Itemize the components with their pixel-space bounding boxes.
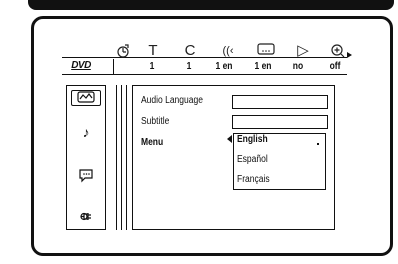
option-francais[interactable]: Français — [237, 174, 270, 185]
sidebar-item-music[interactable]: ♪ — [71, 124, 101, 140]
angle-icon — [111, 43, 135, 63]
plug-icon — [80, 212, 91, 221]
dvd-logo: DVD — [71, 60, 91, 71]
music-note-icon: ♪ — [82, 124, 90, 140]
sidebar-item-picture[interactable] — [71, 90, 101, 106]
speech-bubble-icon — [79, 169, 93, 183]
zoom-value: off — [329, 61, 341, 72]
picture-icon — [77, 91, 95, 103]
title-icon: T — [148, 42, 158, 59]
selection-dot — [317, 143, 319, 145]
menu-label: Menu — [141, 137, 164, 148]
subtitle-field[interactable] — [232, 115, 328, 129]
sidebar-item-subtitles[interactable] — [71, 168, 101, 184]
chapter-value: 1 en — [215, 61, 233, 72]
divider-bar — [126, 85, 127, 230]
sidebar-item-setup[interactable] — [71, 210, 101, 226]
subtitle-icon — [254, 43, 278, 61]
chapter-icon: C — [184, 42, 196, 59]
caret-left-icon — [227, 135, 232, 143]
title-value: 1 — [186, 61, 192, 72]
option-espanol[interactable]: Español — [237, 154, 268, 165]
play-icon: ▷ — [297, 42, 309, 59]
audio-icon: ((‹ — [222, 45, 234, 57]
subtitle-value: no — [292, 61, 304, 72]
divider-bar — [116, 85, 117, 230]
angle-value: 1 — [149, 61, 155, 72]
option-english[interactable]: English — [237, 134, 268, 145]
audio-language-label: Audio Language — [141, 95, 203, 106]
zoom-icon — [326, 43, 350, 63]
subtitle-label: Subtitle — [141, 116, 170, 127]
audio-language-field[interactable] — [232, 95, 328, 109]
top-bar — [28, 0, 394, 10]
status-divider-bottom — [62, 74, 347, 75]
audio-value: 1 en — [254, 61, 272, 72]
divider-bar — [121, 85, 122, 230]
